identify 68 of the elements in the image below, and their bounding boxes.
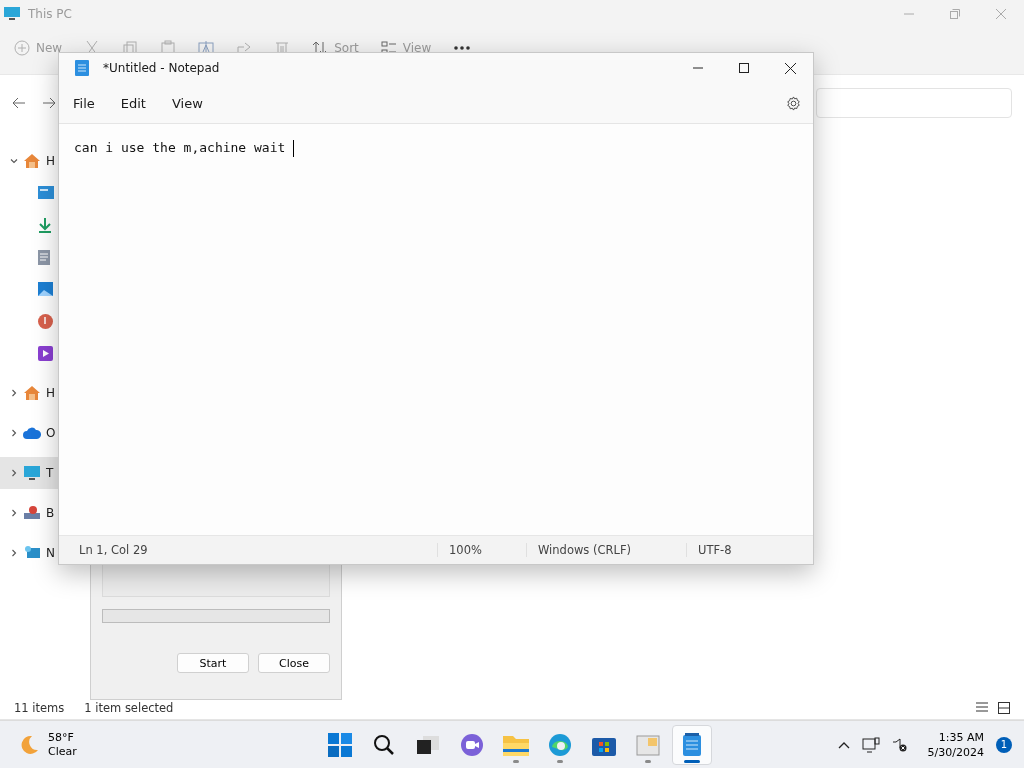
window-title: This PC bbox=[28, 7, 72, 21]
forward-icon[interactable] bbox=[42, 97, 56, 109]
line-ending: Windows (CRLF) bbox=[526, 543, 686, 557]
house-icon bbox=[23, 385, 41, 401]
chat-icon bbox=[460, 732, 484, 757]
chevron-right-icon[interactable] bbox=[10, 509, 18, 517]
notification-badge[interactable]: 1 bbox=[996, 736, 1012, 753]
sidebar-item[interactable]: B bbox=[0, 497, 58, 529]
network-icon bbox=[23, 545, 41, 561]
document-icon bbox=[38, 249, 50, 265]
chevron-right-icon[interactable] bbox=[10, 469, 18, 477]
monitor-icon bbox=[23, 465, 41, 481]
zoom-level: 100% bbox=[437, 543, 526, 557]
temperature: 58°F bbox=[48, 730, 75, 745]
menu-item[interactable]: File bbox=[65, 91, 103, 115]
more-icon bbox=[453, 45, 472, 51]
task-view-icon bbox=[417, 735, 439, 754]
maximize-icon bbox=[739, 63, 749, 73]
chevron-right-icon[interactable] bbox=[10, 389, 18, 397]
music-icon bbox=[38, 313, 53, 329]
browser-icon bbox=[548, 732, 572, 757]
encoding: UTF-8 bbox=[686, 543, 806, 557]
selection-status: 1 item selected bbox=[84, 701, 174, 715]
chevron-up-icon[interactable] bbox=[837, 740, 850, 749]
item-count: 11 items bbox=[14, 701, 65, 715]
network-icon[interactable] bbox=[861, 736, 880, 753]
video-icon bbox=[38, 345, 53, 361]
text-cursor bbox=[293, 140, 295, 157]
sidebar-item[interactable]: T bbox=[0, 457, 58, 489]
editor-text: can i use the m,achine wait bbox=[74, 140, 287, 155]
cloud-icon bbox=[23, 427, 41, 439]
cursor-position: Ln 1, Col 29 bbox=[78, 543, 149, 557]
chevron-right-icon[interactable] bbox=[10, 429, 18, 437]
sidebar-item[interactable]: H bbox=[0, 145, 58, 177]
details-view-icon[interactable] bbox=[976, 702, 988, 712]
clock[interactable]: 1:35 AM 5/30/2024 bbox=[927, 729, 984, 760]
app-window-icon bbox=[636, 733, 660, 756]
dialog-button[interactable]: Start bbox=[177, 653, 249, 673]
drive-icon bbox=[23, 505, 41, 521]
restore-icon bbox=[950, 9, 960, 19]
picture-icon bbox=[38, 282, 53, 296]
search-icon bbox=[373, 733, 395, 756]
download-icon bbox=[38, 217, 52, 233]
close-icon bbox=[784, 62, 796, 74]
folder-icon bbox=[503, 733, 529, 756]
windows-logo-icon bbox=[328, 732, 352, 757]
chevron-right-icon[interactable] bbox=[10, 549, 18, 557]
plus-circle-icon bbox=[14, 40, 30, 56]
back-icon[interactable] bbox=[12, 97, 26, 109]
sidebar-item[interactable]: H bbox=[0, 377, 58, 409]
monitor-icon bbox=[4, 7, 20, 21]
notepad-icon bbox=[682, 732, 702, 757]
settings-icon[interactable] bbox=[786, 95, 801, 111]
sidebar-item[interactable]: O bbox=[0, 417, 58, 449]
sidebar-item[interactable]: N bbox=[0, 537, 58, 569]
desktop-icon bbox=[38, 186, 54, 200]
dialog-button[interactable]: Close bbox=[258, 653, 330, 673]
taskbar-button[interactable] bbox=[672, 724, 712, 765]
close-icon bbox=[996, 9, 1006, 19]
search-field[interactable] bbox=[816, 88, 1012, 118]
menu-item[interactable]: View bbox=[163, 91, 211, 115]
house-icon bbox=[23, 153, 41, 169]
chevron-down-icon[interactable] bbox=[10, 157, 18, 165]
window-title: *Untitled - Notepad bbox=[103, 61, 220, 75]
tiles-view-icon[interactable] bbox=[998, 702, 1010, 714]
menu-item[interactable]: Edit bbox=[112, 91, 154, 115]
notepad-icon bbox=[75, 59, 89, 77]
weather-condition: Clear bbox=[48, 744, 77, 759]
